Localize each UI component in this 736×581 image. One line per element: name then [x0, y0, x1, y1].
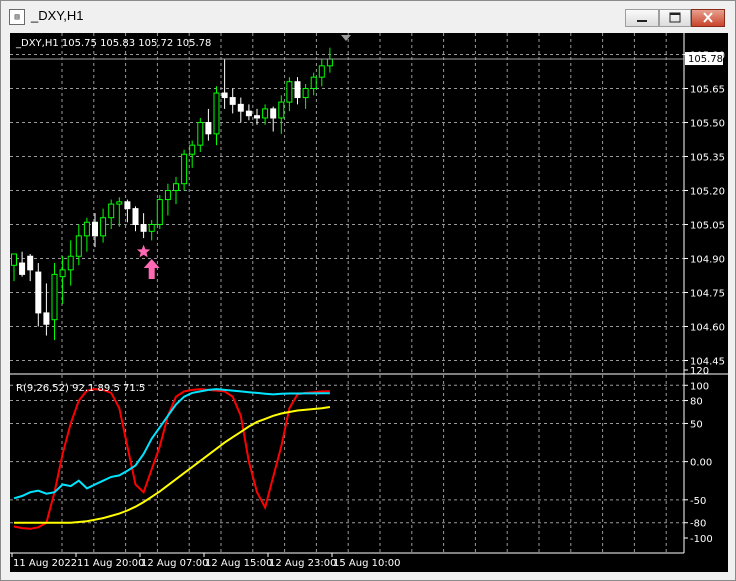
maximize-icon	[669, 12, 681, 23]
candle	[51, 263, 58, 341]
price-axis[interactable]: 105.80105.65105.50105.35105.20105.05104.…	[684, 51, 725, 368]
price-tick-label: 105.35	[690, 153, 725, 164]
candles-layer	[11, 47, 333, 341]
candle	[245, 104, 252, 121]
candle	[326, 47, 333, 73]
close-icon	[703, 12, 713, 23]
minimize-icon	[637, 20, 647, 22]
candle	[318, 59, 325, 87]
candle	[173, 176, 179, 205]
candle	[310, 72, 317, 96]
time-tick-label: 12 Aug 15:00	[205, 558, 272, 569]
candle	[181, 149, 188, 191]
indicator-tick-label: -80	[690, 519, 706, 530]
price-tick-label: 104.75	[690, 289, 725, 300]
indicator-tick-label: 50	[690, 419, 703, 430]
close-button[interactable]	[691, 9, 725, 27]
price-tick-label: 105.50	[690, 119, 725, 130]
window-title: _DXY,H1	[31, 8, 84, 23]
candle	[286, 77, 293, 112]
candle	[164, 183, 171, 216]
chart-window-icon[interactable]: ▥	[9, 9, 25, 25]
candle	[229, 88, 236, 114]
candle	[278, 95, 285, 134]
candle	[59, 256, 66, 304]
candle	[156, 195, 163, 230]
price-tick-label: 105.05	[690, 221, 725, 232]
candle	[262, 104, 269, 125]
candle	[294, 77, 301, 105]
price-tick-label: 104.60	[690, 323, 725, 334]
indicator-axis[interactable]: 120 100 80 50 0.00 -50 -80 -100	[684, 366, 713, 545]
time-axis[interactable]: 11 Aug 2022 11 Aug 20:0012 Aug 07:0012 Au…	[11, 553, 400, 569]
candle	[116, 197, 123, 227]
time-tick-label: 12 Aug 23:00	[269, 558, 336, 569]
candle	[132, 206, 139, 232]
title-bar[interactable]: ▥ _DXY,H1	[1, 1, 735, 32]
candle	[83, 217, 90, 252]
time-tick-label: 12 Aug 07:00	[141, 558, 208, 569]
signal-star-icon[interactable]	[136, 244, 151, 258]
chart-shift-marker[interactable]	[341, 35, 351, 41]
candle	[270, 106, 277, 132]
indicator-tick-label: -50	[690, 496, 706, 507]
candle	[189, 140, 196, 168]
candle	[27, 253, 34, 282]
candle	[237, 97, 244, 123]
price-tick-label: 104.90	[690, 255, 725, 266]
indicator-header: R(9,26,52) 92.1 89.5 71.5	[16, 383, 145, 394]
indicator-tick-label: -100	[690, 534, 713, 545]
indicator-lines	[13, 388, 331, 530]
time-tick-label: 11 Aug 20:00	[77, 558, 144, 569]
price-tick-label: 105.20	[690, 187, 725, 198]
time-tick-label: 11 Aug 2022	[13, 558, 77, 569]
minimize-button[interactable]	[625, 9, 659, 27]
candle	[221, 59, 228, 109]
price-tick-label: 105.65	[690, 85, 725, 96]
candle	[11, 253, 17, 282]
signals-layer	[136, 244, 160, 280]
candle	[148, 219, 155, 241]
candle	[124, 199, 131, 223]
current-price-label: 105.78	[688, 54, 723, 65]
chart-canvas[interactable]: 105.80105.65105.50105.35105.20105.05104.…	[10, 33, 728, 572]
indicator-tick-label: 80	[690, 397, 703, 408]
candle	[19, 251, 26, 277]
candle	[67, 240, 74, 286]
candle	[35, 263, 42, 327]
chart-window[interactable]: ▥ _DXY,H1 105.80105.65105.50105.35105.20…	[0, 0, 736, 581]
candle	[43, 283, 50, 336]
candle	[197, 117, 204, 152]
chart-area[interactable]: 105.80105.65105.50105.35105.20105.05104.…	[10, 33, 728, 572]
maximize-button[interactable]	[659, 9, 691, 27]
indicator-tick-label: 100	[690, 381, 709, 392]
candle	[205, 108, 212, 141]
candle	[213, 86, 220, 146]
candle	[140, 213, 147, 239]
candle	[100, 208, 107, 243]
candle	[302, 83, 309, 109]
chart-header: _DXY,H1 105.75 105.83 105.72 105.78	[15, 38, 211, 49]
indicator-line-yellow	[14, 406, 331, 524]
time-tick-label: 15 Aug 10:00	[333, 558, 400, 569]
indicator-tick-label: 0.00	[690, 458, 712, 469]
indicator-tick-label: 120	[690, 366, 709, 377]
candle	[92, 213, 98, 248]
candle	[75, 224, 82, 266]
indicator-grid	[10, 375, 684, 553]
